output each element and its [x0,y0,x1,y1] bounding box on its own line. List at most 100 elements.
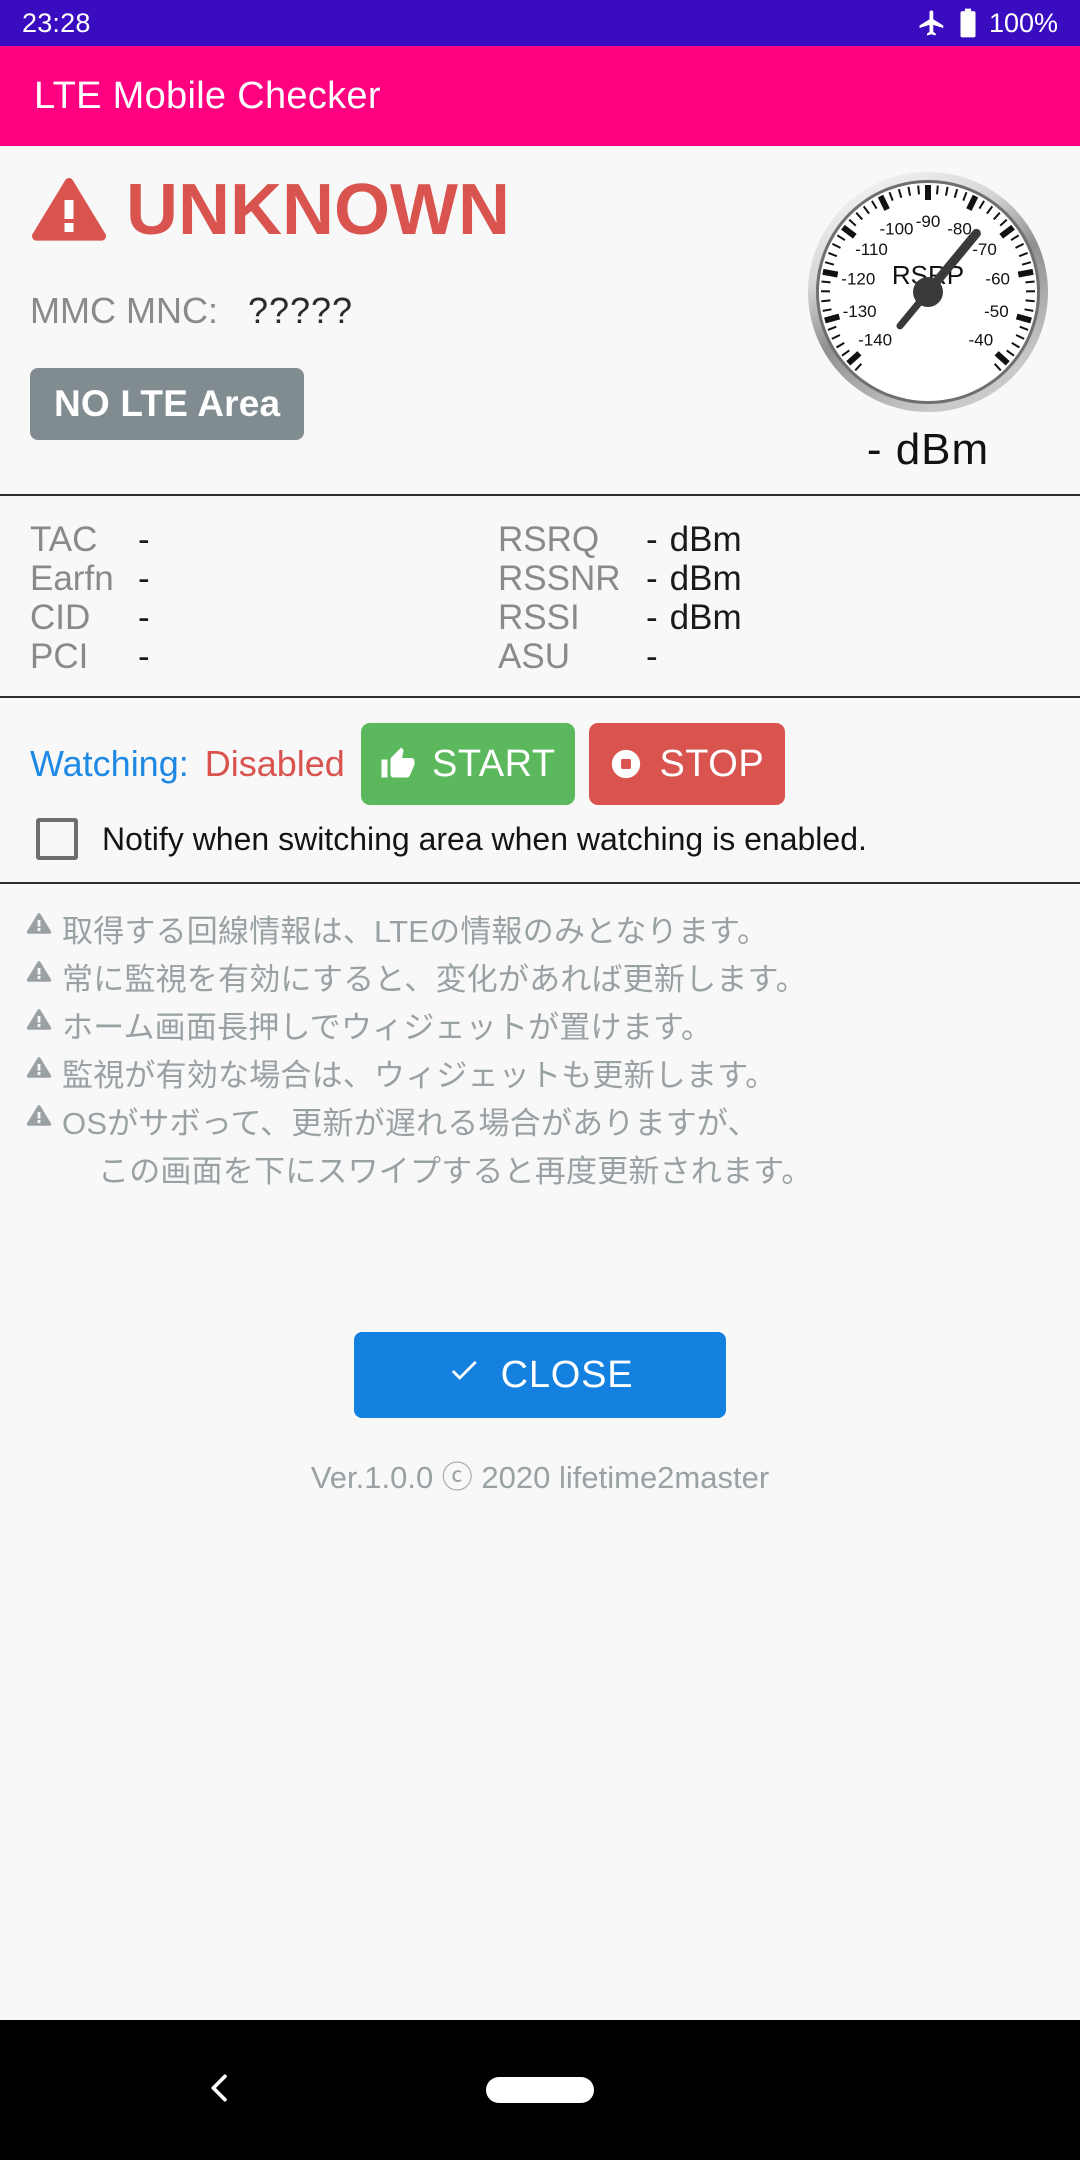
svg-text:-100: -100 [879,219,913,238]
rsrp-value-text: - dBm [866,425,990,474]
close-button-label: CLOSE [500,1353,634,1396]
svg-text:-60: -60 [985,270,1010,289]
close-button-wrap: CLOSE [0,1332,1080,1418]
warning-triangle-icon [30,176,108,244]
note-text: 監視が有効な場合は、ウィジェットも更新します。 [62,1058,777,1093]
connection-state-text: UNKNOWN [126,170,510,250]
app-title: LTE Mobile Checker [34,74,381,117]
warning-triangle-icon [26,906,62,940]
metric-cell-right: ASU - [498,637,1038,677]
metric-cell-left: TAC - [0,520,498,560]
notify-checkbox-label: Notify when switching area when watching… [102,820,867,857]
metric-value: - [646,637,658,676]
status-bar-clock: 23:28 [22,7,91,38]
status-gauge-block: UNKNOWN MMC MNC: ????? NO LTE Area -140 … [0,146,1080,494]
start-button-label: START [432,742,556,785]
note-text: ホーム画面長押しでウィジェットが置けます。 [62,1010,713,1045]
metric-value: - [138,598,150,637]
note-line: 常に監視を有効にすると、変化があれば更新します。 [26,954,1080,1002]
svg-text:-120: -120 [841,270,875,289]
watching-row: Watching: Disabled START STOP [0,716,1080,812]
metric-value: - [138,637,150,676]
svg-text:-80: -80 [947,219,972,238]
stop-button-label: STOP [659,742,765,785]
metric-cell-right: RSSNR - dBm [498,559,1038,599]
warning-triangle-icon [26,1050,62,1084]
home-pill-icon[interactable] [486,2077,594,2103]
mmc-mnc-row: MMC MNC: ????? [30,290,550,332]
note-line: この画面を下にスワイプすると再度更新されます。 [26,1146,1080,1194]
stop-circle-icon [609,747,643,781]
metric-label: RSRQ [498,520,600,559]
svg-text:-40: -40 [969,330,994,349]
system-nav-bar [0,2020,1080,2160]
status-bar: 23:28 100% [0,0,1080,46]
svg-text:-130: -130 [843,302,877,321]
watching-label: Watching: [30,743,189,784]
metric-cell-left: PCI - [0,637,498,677]
metric-label: RSSI [498,598,580,637]
thumbs-up-icon [380,746,416,782]
metric-value: - [646,559,658,598]
rsrp-gauge: -140 -130 -120 -110 -100 -90 -80 -70 -60 -50 -40 R… [804,168,1052,475]
note-text: 常に監視を有効にすると、変化があれば更新します。 [62,962,807,997]
note-text: OSがサボって、更新が遅れる場合がありますが、 [62,1106,759,1141]
metrics-row: Earfn - RSSNR - dBm [0,559,1080,598]
note-text: 取得する回線情報は、LTEの情報のみとなります。 [62,914,769,949]
battery-icon [959,8,977,38]
metric-cell-right: RSSI - dBm [498,598,1038,638]
mmc-mnc-value: ????? [247,290,354,331]
metrics-row: CID - RSSI - dBm [0,598,1080,637]
start-button[interactable]: START [360,723,575,805]
watching-block: Watching: Disabled START STOP Notify whe… [0,698,1080,882]
check-icon [447,1353,481,1397]
area-status-badge: NO LTE Area [30,368,305,440]
metric-unit: dBm [669,520,742,559]
svg-text:-70: -70 [972,240,997,259]
metric-value: - [138,559,150,598]
notes-list: 取得する回線情報は、LTEの情報のみとなります。常に監視を有効にすると、変化があ… [0,884,1080,1194]
mmc-mnc-label: MMC MNC: [30,290,218,331]
metrics-row: TAC - RSRQ - dBm [0,520,1080,559]
close-button[interactable]: CLOSE [354,1332,726,1418]
note-text: この画面を下にスワイプすると再度更新されます。 [98,1154,813,1189]
metric-value: - [138,520,150,559]
metric-cell-right: RSRQ - dBm [498,520,1038,560]
main-content: UNKNOWN MMC MNC: ????? NO LTE Area -140 … [0,146,1080,2020]
stop-button[interactable]: STOP [588,723,785,805]
note-line: ホーム画面長押しでウィジェットが置けます。 [26,1002,1080,1050]
metric-label: Earfn [30,559,114,598]
notify-checkbox[interactable] [36,818,78,860]
metric-unit: dBm [669,559,742,598]
chevron-left-icon[interactable] [200,2068,240,2113]
svg-text:-90: -90 [916,212,941,231]
app-bar: LTE Mobile Checker [0,46,1080,146]
warning-triangle-icon [26,954,62,988]
metric-unit: dBm [669,598,742,637]
metrics-grid: TAC - RSRQ - dBm Earfn - RSSNR - dBm CID - RSSI - dBm P… [0,496,1080,696]
watching-state: Disabled [204,743,345,784]
metric-label: RSSNR [498,559,621,598]
version-footer: Ver.1.0.0 ⓒ 2020 lifetime2master [310,1460,770,1495]
metric-label: ASU [498,637,570,676]
airplane-icon [917,8,947,38]
metric-cell-left: Earfn - [0,559,498,599]
gauge-dial: -140-130-120-110-100 -90 -80-70-60-50-40 R… [808,172,1048,412]
svg-text:-50: -50 [984,302,1009,321]
note-line: 監視が有効な場合は、ウィジェットも更新します。 [26,1050,1080,1098]
notify-checkbox-row[interactable]: Notify when switching area when watching… [0,812,1080,882]
status-bar-icons: 100% [917,8,1058,39]
note-line: OSがサボって、更新が遅れる場合がありますが、 [26,1098,1080,1146]
metric-value: - [646,520,658,559]
phone-screen: 23:28 100% LTE Mobile Checker UNKNOWN MM… [0,0,1080,2160]
svg-text:-140: -140 [858,330,892,349]
note-line: 取得する回線情報は、LTEの情報のみとなります。 [26,906,1080,954]
metric-label: PCI [30,637,89,676]
warning-triangle-icon [26,1146,62,1152]
metric-cell-left: CID - [0,598,498,638]
battery-percent: 100% [988,7,1058,38]
status-column: UNKNOWN MMC MNC: ????? NO LTE Area [30,174,550,440]
metrics-row: PCI - ASU - [0,637,1080,676]
metric-label: TAC [30,520,98,559]
metric-label: CID [30,598,91,637]
